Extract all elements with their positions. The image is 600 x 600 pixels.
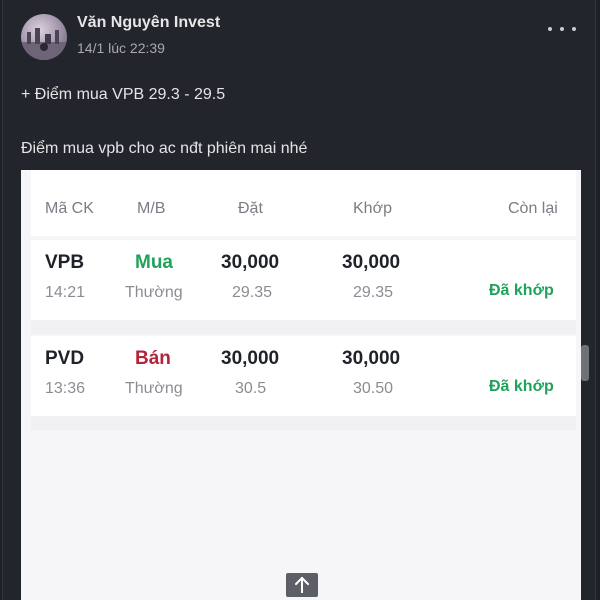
symbol: VPB	[45, 252, 85, 273]
table-row: VPB 14:21 Mua Thường 30,000 29.35 30,000…	[31, 240, 576, 320]
page: Văn Nguyên Invest 14/1 lúc 22:39 + Điểm …	[0, 0, 600, 600]
matched-price: 29.35	[353, 284, 394, 301]
post-image[interactable]: ⟋ Mã CK M/B Đặt Khớp Còn lại VPB 14:21 M…	[21, 170, 581, 600]
row-divider	[31, 416, 576, 430]
side-buy: Mua	[135, 252, 173, 273]
table-row: PVD 13:36 Bán Thường 30,000 30.5 30,000 …	[31, 336, 576, 416]
post-text-line: + Điểm mua VPB 29.3 - 29.5	[21, 86, 226, 103]
matched-price: 30.50	[353, 380, 394, 397]
order-quantity: 30,000	[221, 348, 280, 369]
side-sell: Bán	[135, 348, 171, 369]
column-header-symbol: Mã CK	[45, 200, 94, 217]
order-type: Thường	[125, 284, 183, 301]
order-table-header: Mã CK M/B Đặt Khớp Còn lại	[31, 170, 576, 236]
column-header-matched: Khớp	[353, 200, 392, 217]
author-name[interactable]: Văn Nguyên Invest	[77, 14, 220, 32]
order-time: 14:21	[45, 284, 86, 301]
column-header-remaining: Còn lại	[508, 200, 558, 217]
column-header-side: M/B	[137, 200, 166, 217]
post-text-line: Điểm mua vpb cho ac nđt phiên mai nhé	[21, 140, 308, 157]
order-quantity: 30,000	[221, 252, 280, 273]
arrow-up-icon	[295, 577, 309, 593]
symbol: PVD	[45, 348, 85, 369]
order-time: 13:36	[45, 380, 86, 397]
order-price: 30.5	[235, 380, 267, 397]
scroll-to-top-button[interactable]	[286, 573, 318, 597]
post-card: Văn Nguyên Invest 14/1 lúc 22:39 + Điểm …	[2, 0, 596, 600]
more-options-button[interactable]	[548, 22, 576, 36]
more-horizontal-icon	[548, 27, 552, 31]
more-horizontal-icon	[560, 27, 564, 31]
avatar[interactable]	[21, 14, 67, 60]
status-badge: Đã khớp	[489, 282, 554, 299]
more-horizontal-icon	[572, 27, 576, 31]
order-price: 29.35	[232, 284, 273, 301]
row-divider	[31, 320, 576, 334]
post-timestamp[interactable]: 14/1 lúc 22:39	[77, 40, 165, 56]
matched-quantity: 30,000	[342, 252, 401, 273]
order-type: Thường	[125, 380, 183, 397]
status-badge: Đã khớp	[489, 378, 554, 395]
column-header-order: Đặt	[238, 200, 263, 217]
scrollbar-thumb[interactable]	[581, 345, 589, 381]
matched-quantity: 30,000	[342, 348, 401, 369]
